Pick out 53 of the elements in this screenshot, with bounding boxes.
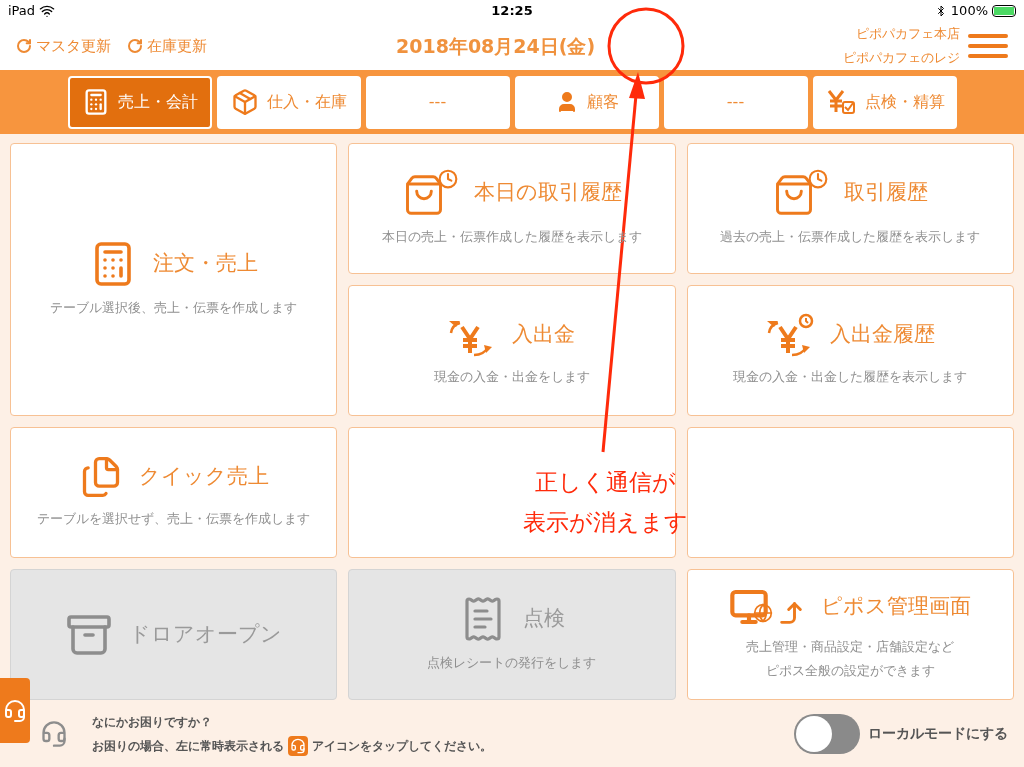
status-time: 12:25 bbox=[491, 2, 533, 21]
tab[interactable]: --- bbox=[663, 75, 808, 129]
tile-description: 過去の売上・伝票作成した履歴を表示します bbox=[720, 227, 981, 246]
tab[interactable]: 顧客 bbox=[514, 75, 659, 129]
store-name: ピポパカフェ本店 bbox=[856, 25, 960, 43]
tile-title: 本日の取引履歴 bbox=[474, 178, 622, 206]
support-tab[interactable] bbox=[0, 678, 30, 743]
annotation-text: 表示が消えます bbox=[522, 508, 688, 537]
tile-description: 現金の入金・出金した履歴を表示します bbox=[733, 367, 968, 386]
menu-tile[interactable]: クイック売上 テーブルを選択せず、売上・伝票を作成します bbox=[10, 427, 338, 558]
menu-tile[interactable]: 入出金 現金の入金・出金をします bbox=[348, 285, 676, 416]
headset-icon bbox=[3, 698, 27, 723]
tile-description: 売上管理・商品設定・店舗設定など bbox=[746, 637, 955, 656]
local-mode-label: ローカルモードにする bbox=[868, 724, 1008, 743]
menu-tile[interactable]: ピポス管理画面 売上管理・商品設定・店舗設定など ピポス全般の設定ができます bbox=[686, 569, 1014, 700]
tile-title: クイック売上 bbox=[138, 462, 269, 490]
battery-icon bbox=[992, 5, 1016, 17]
tile-description: テーブル選択後、売上・伝票を作成します bbox=[50, 298, 298, 317]
tile-description: ピポス全般の設定ができます bbox=[765, 661, 935, 680]
tab[interactable]: 点検・精算 bbox=[812, 75, 957, 129]
refresh-icon bbox=[127, 38, 143, 54]
refresh-button[interactable]: マスタ更新 bbox=[16, 34, 111, 58]
help-text: アイコンをタップしてください。 bbox=[312, 737, 492, 755]
date-label: 2018年08月24日(金) bbox=[396, 33, 597, 59]
support-person-icon bbox=[40, 719, 68, 748]
tile-title: 入出金 bbox=[512, 320, 576, 348]
menu-tile[interactable]: 取引履歴 過去の売上・伝票作成した履歴を表示します bbox=[686, 143, 1014, 274]
tile-title: ドロアオープン bbox=[129, 620, 283, 648]
menu-tile[interactable]: 入出金履歴 現金の入金・出金した履歴を表示します bbox=[686, 285, 1014, 416]
local-mode-toggle[interactable] bbox=[794, 713, 860, 754]
menu-tile[interactable]: 注文・売上 テーブル選択後、売上・伝票を作成します bbox=[10, 143, 338, 416]
register-name: ピポパカフェのレジ bbox=[843, 49, 960, 67]
tile-title: 点検 bbox=[523, 604, 565, 632]
wifi-icon bbox=[39, 3, 56, 19]
annotation-text: 正しく通信が bbox=[534, 468, 676, 497]
tile-title: 注文・売上 bbox=[153, 249, 259, 277]
tab[interactable]: 売上・会計 bbox=[67, 75, 212, 129]
yen-arrows-clock-icon bbox=[765, 312, 814, 357]
device-label: iPad bbox=[8, 2, 36, 21]
tile-title: 入出金履歴 bbox=[829, 320, 935, 348]
refresh-icon bbox=[16, 38, 32, 54]
tile-description: 現金の入金・出金をします bbox=[434, 367, 590, 386]
help-text: お困りの場合、左に常時表示される bbox=[92, 737, 284, 755]
battery-percent: 100% bbox=[950, 2, 988, 21]
tile-description: テーブルを選択せず、売上・伝票を作成します bbox=[37, 509, 311, 528]
box-icon bbox=[230, 88, 259, 116]
tab[interactable]: 仕入・在庫 bbox=[216, 75, 361, 129]
help-question: なにかお困りですか？ bbox=[92, 713, 213, 731]
tile-title: ピポス管理画面 bbox=[821, 592, 972, 620]
refresh-button[interactable]: 在庫更新 bbox=[127, 34, 207, 58]
tab[interactable]: --- bbox=[365, 75, 510, 129]
tile-title: 取引履歴 bbox=[844, 178, 929, 206]
tile-description: 点検レシートの発行をします bbox=[427, 653, 597, 672]
